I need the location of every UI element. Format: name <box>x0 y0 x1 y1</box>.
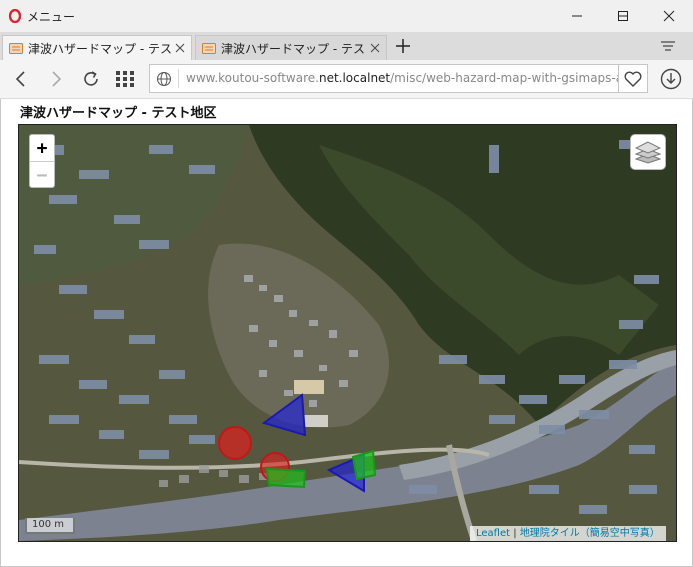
maximize-icon <box>618 11 628 21</box>
download-icon <box>660 68 682 90</box>
forward-button[interactable] <box>46 68 68 90</box>
aerial-photo-tiles[interactable] <box>19 125 676 541</box>
tab-active[interactable]: 津波ハザードマップ - テスト地区 <box>2 35 192 60</box>
grid-icon <box>116 71 134 87</box>
tab-menu-button[interactable] <box>658 36 678 56</box>
back-button[interactable] <box>9 68 31 90</box>
map-attribution: Leaflet | 地理院タイル（簡易空中写真） <box>470 526 666 541</box>
zoom-control: + − <box>29 134 55 188</box>
keyboard-favicon-icon <box>9 42 23 54</box>
close-button[interactable] <box>646 0 692 32</box>
tab-title: 津波ハザードマップ - テスト地区 <box>28 41 172 56</box>
close-icon <box>663 10 675 22</box>
leaflet-link[interactable]: Leaflet <box>476 528 510 539</box>
download-button[interactable] <box>659 67 683 91</box>
bookmark-button[interactable] <box>619 64 648 93</box>
scale-bar: 100 m <box>25 518 75 534</box>
attribution-separator: | <box>513 528 517 539</box>
minimize-icon <box>572 15 582 17</box>
forward-arrow-icon <box>52 71 62 87</box>
maximize-button[interactable] <box>600 0 646 32</box>
zoom-in-button[interactable]: + <box>30 135 54 162</box>
new-tab-button[interactable] <box>392 35 414 57</box>
reload-icon <box>84 71 98 86</box>
hazard-rectangle-1[interactable] <box>265 467 307 489</box>
hazard-circle-1[interactable] <box>218 426 252 460</box>
menu-label[interactable]: メニュー <box>27 8 75 25</box>
reload-button[interactable] <box>80 68 102 90</box>
url-prefix: www.koutou-software. <box>186 71 319 85</box>
opera-logo-icon <box>9 9 21 23</box>
layers-button[interactable] <box>630 134 666 170</box>
address-divider <box>178 69 179 88</box>
tab-close-button[interactable] <box>367 40 383 56</box>
close-icon <box>175 43 185 53</box>
url-path: /misc/web-hazard-map-with-gsimaps-a <box>390 71 619 85</box>
back-arrow-icon <box>15 71 25 87</box>
close-icon <box>370 43 380 53</box>
hazard-rectangle-2[interactable] <box>351 449 377 481</box>
tab-inactive[interactable]: 津波ハザードマップ - テスト地区 <box>195 35 387 60</box>
hazard-map[interactable]: + − 100 m Leaflet | 地理院タイル（簡易空中写真） <box>18 124 677 542</box>
address-bar[interactable]: www.koutou-software.net.localnet/misc/we… <box>149 64 619 93</box>
url-text: www.koutou-software.net.localnet/misc/we… <box>186 71 619 85</box>
globe-icon <box>157 72 171 86</box>
keyboard-favicon-icon <box>202 42 216 54</box>
minimize-button[interactable] <box>554 0 600 32</box>
tab-title: 津波ハザードマップ - テスト地区 <box>221 41 367 56</box>
layers-icon <box>635 141 661 164</box>
zoom-out-button[interactable]: − <box>30 162 54 188</box>
page-title: 津波ハザードマップ - テスト地区 <box>20 106 217 121</box>
speed-dial-button[interactable] <box>114 68 136 90</box>
tab-menu-icon <box>661 41 675 51</box>
heart-icon <box>624 71 642 87</box>
tab-close-button[interactable] <box>172 40 188 56</box>
url-host: net.localnet <box>318 71 391 85</box>
gsi-tiles-link[interactable]: 地理院タイル（簡易空中写真） <box>520 528 660 539</box>
plus-icon <box>396 39 410 53</box>
